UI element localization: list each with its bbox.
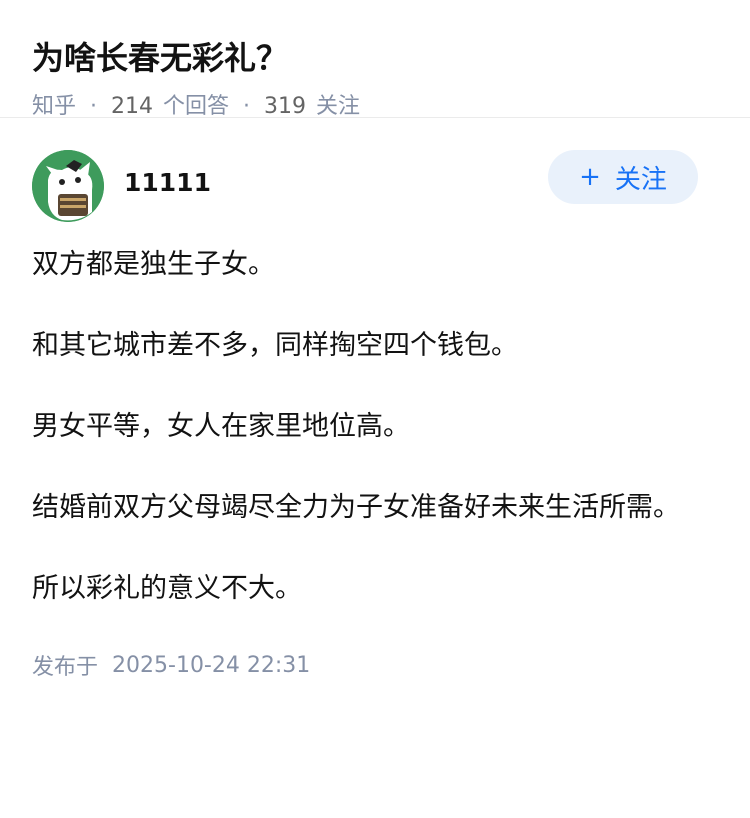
- avatar[interactable]: [32, 150, 104, 222]
- question-title[interactable]: 为啥长春无彩礼？: [32, 34, 718, 82]
- source-label[interactable]: 知乎: [32, 92, 76, 122]
- answer-paragraph: 所以彩礼的意义不大。: [32, 573, 302, 604]
- meta-separator: ·: [90, 94, 98, 119]
- answer-content: 双方都是独生子女。 和其它城市差不多，同样掏空四个钱包。 男女平等，女人在家里地…: [32, 244, 718, 609]
- answer-paragraph: 男女平等，女人在家里地位高。: [32, 411, 410, 442]
- author-name[interactable]: 11111: [124, 168, 211, 197]
- publish-info: 发布于 2025-10-24 22:31: [32, 649, 718, 681]
- question-meta: 知乎 · 214 个回答 · 319 关注: [32, 92, 718, 122]
- answer-paragraph: 结婚前双方父母竭尽全力为子女准备好未来生活所需。: [32, 492, 680, 523]
- answer-card: 11111 + 关注 双方都是独生子女。 和其它城市差不多，同样掏空四个钱包。 …: [0, 150, 750, 681]
- publish-label: 发布于: [32, 655, 99, 680]
- answer-count-label: 个回答: [163, 94, 230, 119]
- answer-paragraph: 和其它城市差不多，同样掏空四个钱包。: [32, 330, 518, 361]
- question-header: 为啥长春无彩礼？ 知乎 · 214 个回答 · 319 关注: [0, 0, 750, 119]
- plus-icon: +: [579, 162, 601, 192]
- author-row: 11111 + 关注: [32, 150, 718, 222]
- answer-paragraph: 双方都是独生子女。: [32, 249, 275, 280]
- meta-separator: ·: [243, 94, 251, 119]
- follow-button-label: 关注: [614, 164, 667, 195]
- follow-button[interactable]: + 关注: [548, 150, 698, 204]
- follow-count: 319: [264, 94, 307, 119]
- avatar-cartoon-icon: [32, 150, 104, 222]
- follow-count-label: 关注: [316, 94, 361, 119]
- publish-time: 2025-10-24 22:31: [112, 652, 311, 678]
- answer-count: 214: [111, 94, 154, 119]
